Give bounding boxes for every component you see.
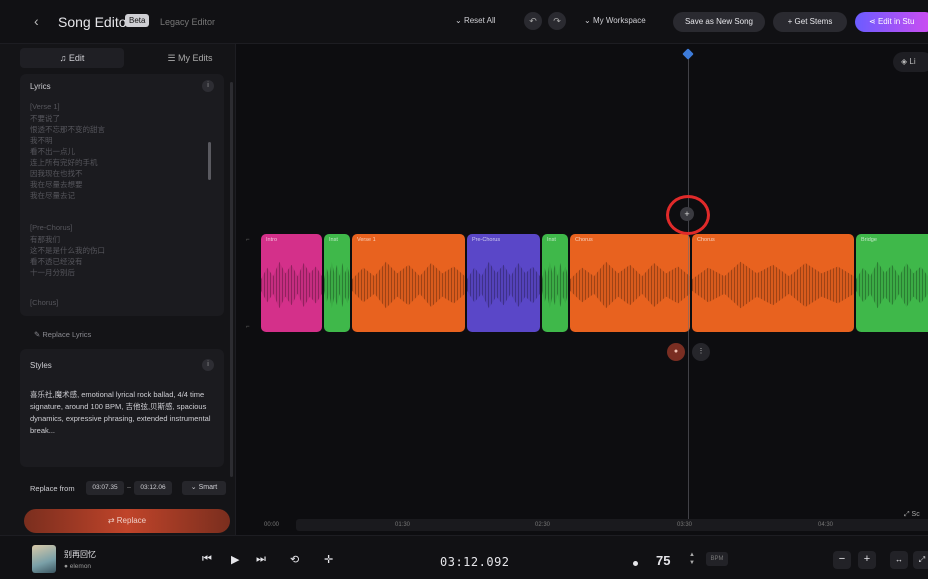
play-icon[interactable]: ▶ — [231, 553, 239, 566]
back-icon[interactable]: ‹ — [34, 13, 39, 29]
lyric-line: 有那我们 — [30, 235, 60, 244]
replace-icon: ⇄ — [107, 516, 117, 525]
bpm-stepper-icon[interactable]: ▲ ▼ — [689, 551, 695, 567]
from-time-field[interactable]: 03:07.35 — [86, 481, 124, 495]
ruler-label: 04:30 — [818, 522, 834, 528]
segment-intro[interactable]: Intro — [261, 234, 322, 332]
metronome-icon[interactable] — [633, 561, 638, 566]
styles-card: Styles i 喜乐社,魔术感, emotional lyrical rock… — [20, 349, 224, 467]
top-bar: ‹ Song Editor Beta Legacy Editor ⌄ Reset… — [0, 0, 928, 44]
ruler-label: 00:00 — [264, 522, 280, 528]
lyric-line: 看不出一点儿 — [30, 147, 75, 156]
ruler-label: 01:30 — [395, 522, 411, 528]
chevron-down-icon: ⌄ — [455, 16, 464, 25]
lyrics-card: Lyrics i [Verse 1] 不要说了 恨透不忘那不变的甜言 我不明 看… — [20, 74, 224, 316]
highlight-circle — [666, 195, 710, 235]
bpm-value[interactable]: 75 — [656, 553, 670, 568]
lyric-line: 连上所有完好的手机 — [30, 158, 98, 167]
lyric-line: 看不透已经没有 — [30, 257, 83, 266]
get-stems-button[interactable]: + Get Stems — [773, 12, 847, 32]
segment-inst-2[interactable]: Inst — [542, 234, 568, 332]
list-icon: ☰ — [167, 53, 179, 63]
chevron-down-icon: ⌄ — [190, 484, 199, 491]
ruler-label: 03:30 — [677, 522, 693, 528]
replace-button[interactable]: ⇄ Replace — [24, 509, 230, 533]
to-time-field[interactable]: 03:12.06 — [134, 481, 172, 495]
share-icon: ⋖ — [869, 17, 878, 26]
workspace-selector[interactable]: ⌄ My Workspace — [584, 16, 646, 25]
edit-in-studio-button[interactable]: ⋖ Edit in Stu — [855, 12, 928, 32]
lyric-line: 我不明 — [30, 136, 53, 145]
lyrics-toggle-button[interactable]: ◈ Li — [893, 52, 928, 72]
playhead-line — [688, 56, 689, 524]
edit-icon: ♫ — [59, 53, 69, 63]
lyric-line: 这不是是什么我的伤口 — [30, 246, 105, 255]
timeline-scrubber[interactable] — [296, 519, 928, 531]
replace-from-label: Replace from — [30, 484, 75, 493]
more-options-icon[interactable]: ⋮ — [692, 343, 710, 361]
lyrics-scrollbar[interactable] — [208, 142, 211, 180]
segment-chorus[interactable]: Chorus — [570, 234, 690, 332]
scale-toggle[interactable]: ⤢ Sc — [904, 511, 920, 519]
segment-chorus-2[interactable]: Chorus — [692, 234, 854, 332]
playback-time: 03:12.092 — [440, 555, 510, 569]
segment-inst[interactable]: Inst — [324, 234, 350, 332]
range-dash: – — [127, 484, 131, 491]
replace-lyrics-button[interactable]: ✎ Replace Lyrics — [34, 330, 91, 339]
segment-verse-1[interactable]: Verse 1 — [352, 234, 465, 332]
lyric-line: 恨透不忘那不变的甜言 — [30, 125, 105, 134]
chevron-down-icon: ⌄ — [584, 16, 593, 25]
rewind-icon[interactable]: ⏮ — [202, 553, 212, 566]
regenerate-button[interactable]: ● — [667, 343, 685, 361]
lyric-line: 因我现在也找不 — [30, 169, 83, 178]
track-end-marker: ⌐ — [246, 324, 250, 330]
tab-my-edits[interactable]: ☰ My Edits — [150, 48, 230, 68]
info-icon[interactable]: i — [202, 359, 214, 371]
reset-all-button[interactable]: ⌄ Reset All — [455, 16, 496, 25]
lyric-line: 十一月分别后 — [30, 268, 75, 277]
lyric-line: 我在尽量去记 — [30, 191, 75, 200]
page-title: Song Editor — [58, 14, 132, 30]
undo-button[interactable]: ↶ — [524, 12, 542, 30]
fast-forward-icon[interactable]: ⏭ — [256, 553, 266, 566]
segment-pre-chorus[interactable]: Pre-Chorus — [467, 234, 540, 332]
info-icon[interactable]: i — [202, 80, 214, 92]
redo-button[interactable]: ↷ — [548, 12, 566, 30]
lyric-line: [Chorus] — [30, 298, 59, 307]
ruler-label: 02:30 — [535, 522, 551, 528]
styles-header: Styles — [30, 361, 52, 370]
artist-name[interactable]: ● elemon — [64, 563, 91, 570]
fit-icon[interactable]: ↔ — [890, 551, 908, 569]
tab-edit[interactable]: ♫ Edit — [20, 48, 124, 68]
expand-icon[interactable]: ⤢ — [913, 551, 928, 569]
lyrics-header: Lyrics — [30, 82, 51, 91]
bpm-input[interactable]: BPM — [706, 552, 728, 566]
plus-icon: + — [787, 17, 795, 26]
song-title[interactable]: 别再回忆 — [64, 549, 96, 560]
left-panel: ♫ Edit ☰ My Edits Lyrics i [Verse 1] 不要说… — [0, 44, 236, 535]
loop-icon[interactable]: ⟲ — [290, 553, 299, 566]
lyric-line: 不要说了 — [30, 114, 60, 123]
styles-text[interactable]: 喜乐社,魔术感, emotional lyrical rock ballad, … — [30, 389, 220, 437]
lyric-line: [Verse 1] — [30, 102, 60, 111]
zoom-in-button[interactable]: + — [858, 551, 876, 569]
save-as-new-song-button[interactable]: Save as New Song — [673, 12, 765, 32]
left-panel-scrollbar[interactable] — [230, 82, 233, 477]
legacy-editor-link[interactable]: Legacy Editor — [160, 17, 215, 27]
segment-bridge[interactable]: Bridge — [856, 234, 928, 332]
lyric-line: [Pre-Chorus] — [30, 223, 73, 232]
zoom-out-button[interactable]: − — [833, 551, 851, 569]
lyric-line: 我在尽量去想要 — [30, 180, 83, 189]
track-start-marker: ⌐ — [246, 237, 250, 243]
smart-mode-selector[interactable]: ⌄ Smart — [182, 481, 226, 495]
album-cover[interactable] — [32, 545, 56, 573]
beta-badge: Beta — [125, 14, 150, 27]
snap-icon[interactable]: ✛ — [324, 553, 333, 566]
